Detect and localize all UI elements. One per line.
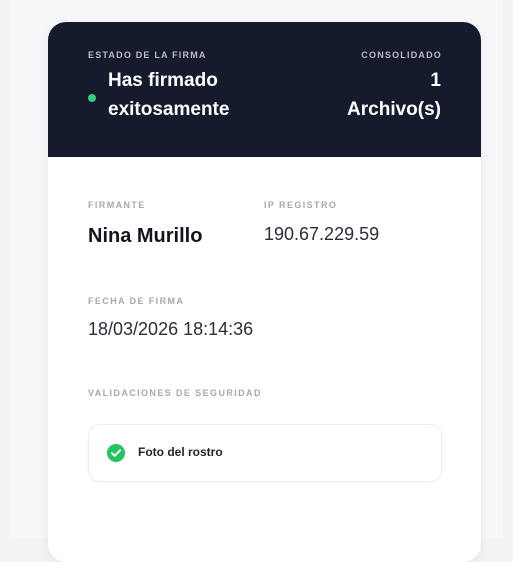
file-count-label: Archivo(s)	[347, 99, 441, 120]
signature-status-label: ESTADO DE LA FIRMA	[88, 50, 207, 60]
face-photo-validation-label: Foto del rostro	[138, 445, 223, 459]
success-status-dot-icon	[88, 94, 96, 102]
ip-registry-label: IP REGISTRO	[264, 200, 338, 210]
signature-status-card: ESTADO DE LA FIRMA Has firmado exitosame…	[48, 22, 481, 562]
signature-status-header: ESTADO DE LA FIRMA Has firmado exitosame…	[48, 22, 481, 157]
signer-label: FIRMANTE	[88, 200, 146, 210]
signature-success-message: Has firmado exitosamente	[108, 70, 230, 120]
ip-registry-value: 190.67.229.59	[264, 224, 380, 244]
security-validation-item: Foto del rostro	[88, 424, 442, 482]
consolidated-label: CONSOLIDADO	[361, 50, 442, 60]
signature-date-label: FECHA DE FIRMA	[88, 296, 185, 306]
file-count: 1	[430, 70, 441, 91]
check-circle-icon	[107, 444, 125, 462]
signature-date-value: 18/03/2026 18:14:36	[88, 319, 254, 339]
security-validations-label: VALIDACIONES DE SEGURIDAD	[88, 388, 262, 398]
signer-name: Nina Murillo	[88, 225, 203, 247]
